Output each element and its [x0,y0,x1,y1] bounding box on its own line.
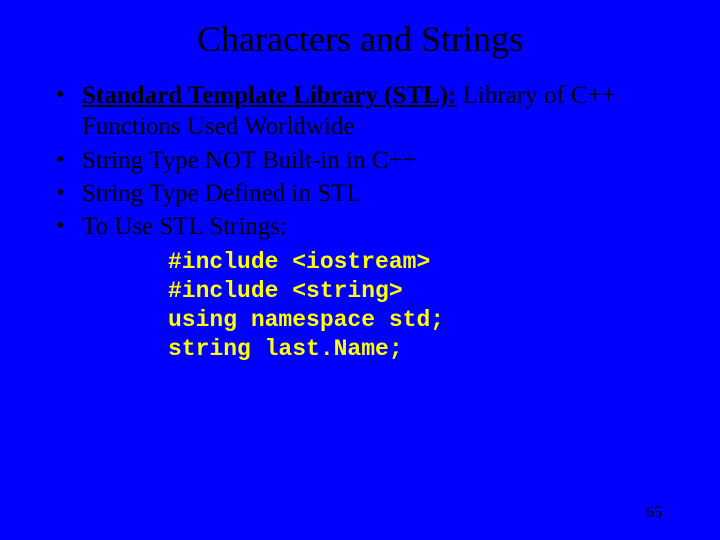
bullet-bold-text: Standard Template Library (STL): [82,82,456,109]
bullet-text: String Type NOT Built-in in C++ [82,147,417,174]
bullet-text: To Use STL Strings: [82,213,287,240]
bullet-item: String Type Defined in STL [50,178,680,209]
page-number: 65 [646,504,662,522]
slide-content: Standard Template Library (STL): Library… [0,80,720,363]
code-line: #include <string> [168,277,680,306]
code-line: #include <iostream> [168,248,680,277]
code-line: string last.Name; [168,335,680,364]
bullet-item: To Use STL Strings: [50,211,680,242]
bullet-list: Standard Template Library (STL): Library… [50,80,680,242]
bullet-item: String Type NOT Built-in in C++ [50,145,680,176]
code-block: #include <iostream> #include <string> us… [50,244,680,363]
bullet-text: String Type Defined in STL [82,180,362,207]
code-line: using namespace std; [168,306,680,335]
bullet-item: Standard Template Library (STL): Library… [50,80,680,143]
slide-title: Characters and Strings [0,0,720,80]
